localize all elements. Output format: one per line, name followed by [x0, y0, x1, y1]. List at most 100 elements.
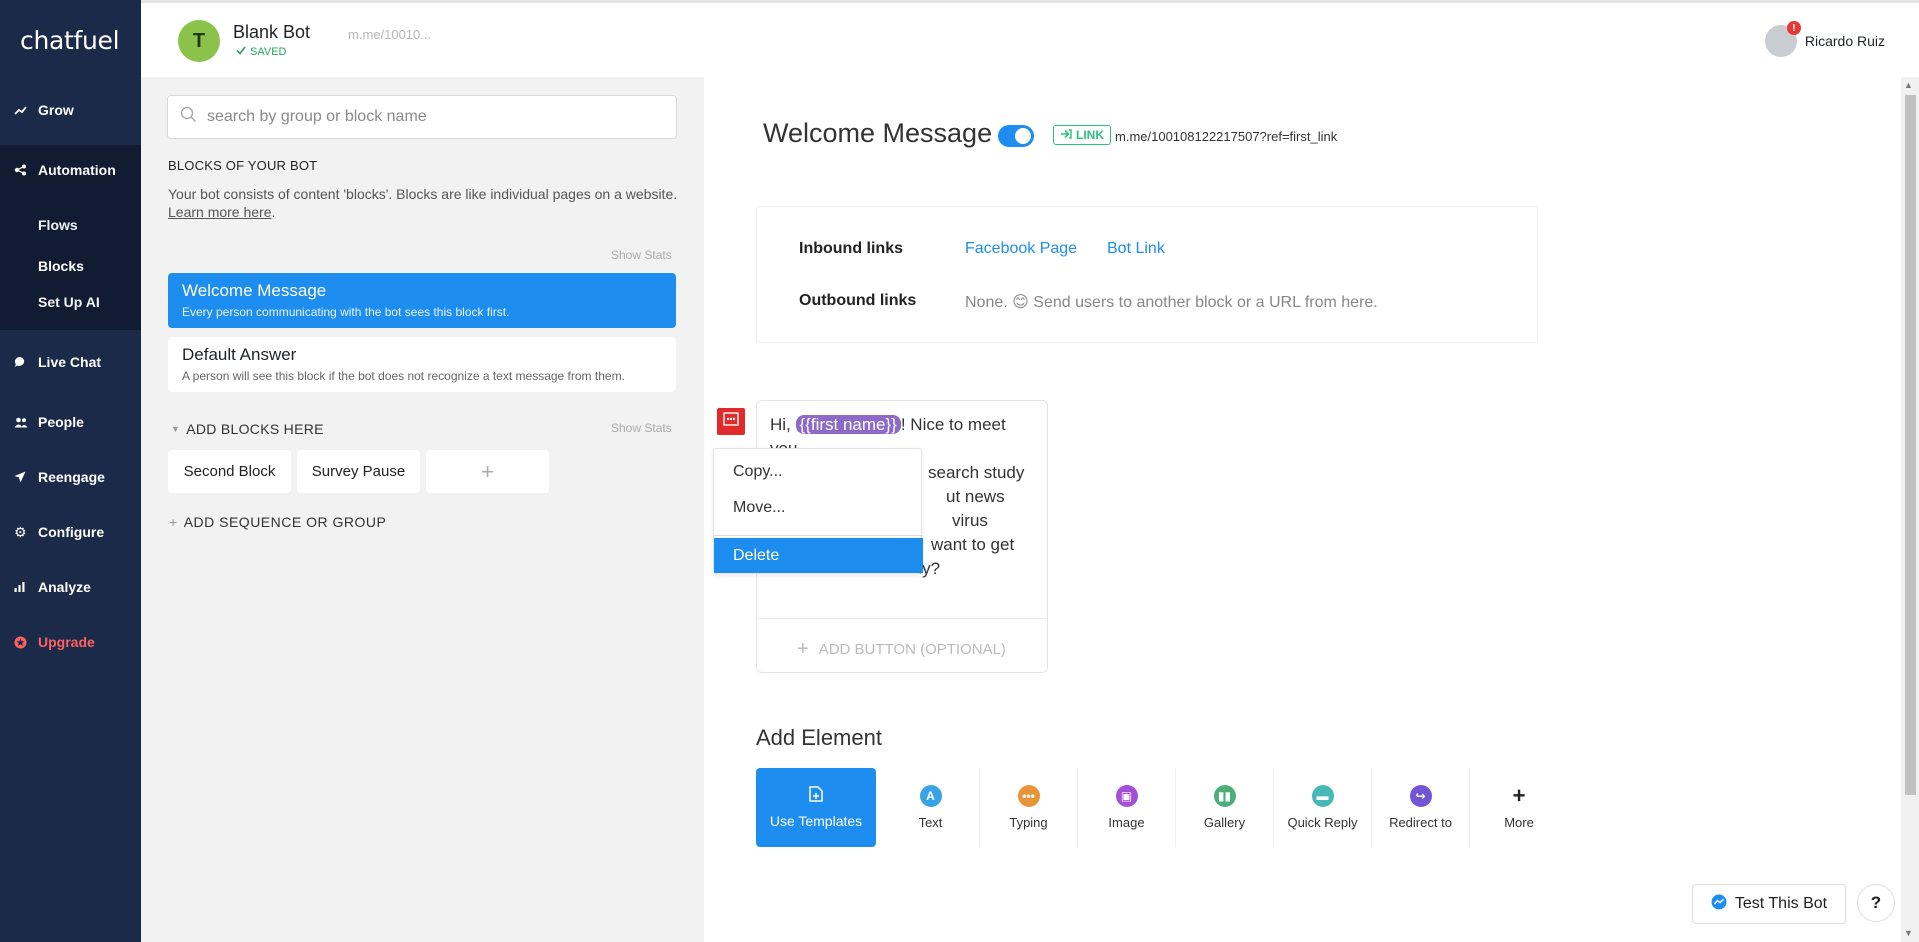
top-header: T Blank Bot SAVED m.me/10010... ! Ricard…	[141, 0, 1919, 77]
user-menu[interactable]: ! Ricardo Ruiz	[1764, 21, 1885, 57]
template-icon	[809, 786, 823, 805]
typing-element-button[interactable]: ••• Typing	[980, 768, 1078, 847]
more-element-button[interactable]: + More	[1470, 768, 1568, 847]
outbound-links-text: None. 😊 Send users to another block or a…	[965, 294, 1378, 311]
element-label: More	[1504, 815, 1534, 830]
blocks-panel: BLOCKS OF YOUR BOT Your bot consists of …	[141, 77, 704, 942]
link-arrow-icon	[1060, 128, 1072, 142]
learn-more-link[interactable]: Learn more here	[168, 204, 272, 220]
sidebar-item-label: Configure	[38, 524, 105, 540]
links-card: Inbound links Facebook Page Bot Link Out…	[756, 206, 1538, 343]
notification-badge: !	[1786, 21, 1801, 35]
menu-item-delete[interactable]: Delete	[714, 538, 923, 573]
bot-url[interactable]: m.me/10010...	[348, 27, 431, 42]
sidebar-item-grow[interactable]: Grow	[0, 88, 141, 132]
group-title[interactable]: ▼ ADD BLOCKS HERE	[171, 421, 324, 437]
sidebar-subitem-flows[interactable]: Flows	[38, 217, 78, 233]
help-button[interactable]: ?	[1857, 884, 1895, 922]
block-enable-toggle[interactable]	[998, 125, 1034, 147]
sidebar-item-analyze[interactable]: Analyze	[0, 565, 141, 609]
group-title-label: ADD BLOCKS HERE	[186, 421, 324, 437]
add-block-button[interactable]: +	[426, 450, 549, 493]
scroll-down-arrow[interactable]: ▼	[1904, 928, 1913, 938]
bot-name[interactable]: Blank Bot	[233, 22, 310, 43]
sidebar-item-upgrade[interactable]: Upgrade	[0, 620, 141, 664]
message-prefix: Hi,	[770, 415, 796, 434]
block-card-default-answer[interactable]: Default Answer A person will see this bl…	[168, 337, 676, 392]
messenger-icon	[1711, 894, 1727, 915]
sidebar: chatfuel Grow Automation Flows Blocks Se…	[0, 0, 141, 942]
link-badge-label: LINK	[1076, 128, 1104, 142]
text-element-button[interactable]: A Text	[882, 768, 980, 847]
sidebar-item-label: Live Chat	[38, 354, 102, 370]
image-element-button[interactable]: ▣ Image	[1078, 768, 1176, 847]
avatar: !	[1764, 21, 1801, 57]
page-title[interactable]: Welcome Message	[763, 118, 992, 149]
sidebar-item-automation[interactable]: Automation	[0, 148, 141, 192]
sidebar-subitem-blocks[interactable]: Blocks	[38, 258, 84, 274]
block-link-url[interactable]: m.me/100108122217507?ref=first_link	[1115, 129, 1337, 144]
menu-divider	[714, 535, 923, 536]
gallery-element-button[interactable]: ▮▮ Gallery	[1176, 768, 1274, 847]
chatfuel-logo[interactable]: chatfuel	[20, 26, 120, 55]
send-icon	[14, 471, 32, 483]
blocks-description: Your bot consists of content 'blocks'. B…	[168, 186, 678, 220]
text-icon: A	[919, 785, 942, 807]
first-name-variable[interactable]: {{first name}}	[795, 415, 901, 434]
scroll-up-arrow[interactable]: ▲	[1904, 80, 1913, 90]
typing-icon: •••	[1017, 785, 1040, 807]
bot-link[interactable]: Bot Link	[1107, 240, 1165, 258]
bot-avatar[interactable]: T	[178, 20, 220, 62]
sidebar-item-configure[interactable]: ⚙ Configure	[0, 510, 141, 554]
section-title: BLOCKS OF YOUR BOT	[168, 158, 318, 173]
link-badge[interactable]: LINK	[1053, 125, 1111, 145]
redirect-element-button[interactable]: ↪ Redirect to	[1372, 768, 1470, 847]
element-label: Quick Reply	[1287, 815, 1358, 830]
use-templates-button[interactable]: Use Templates	[756, 768, 876, 847]
block-chip-second-block[interactable]: Second Block	[168, 450, 291, 493]
description-text: Your bot consists of content 'blocks'. B…	[168, 186, 678, 202]
star-icon	[14, 636, 32, 649]
sidebar-item-label: Upgrade	[38, 634, 95, 650]
redirect-icon: ↪	[1409, 785, 1432, 807]
element-label: Gallery	[1203, 815, 1246, 830]
element-label: Text	[918, 815, 943, 830]
sidebar-item-people[interactable]: People	[0, 400, 141, 444]
message-line-1: ! Nice to meet	[900, 415, 1006, 434]
people-icon	[14, 417, 32, 428]
search-box[interactable]	[167, 95, 677, 139]
gear-icon: ⚙	[14, 523, 27, 540]
message-line-6: want to get	[931, 535, 1015, 554]
quick-reply-icon: ▬	[1311, 785, 1334, 807]
add-button-option[interactable]: + ADD BUTTON (OPTIONAL)	[797, 638, 1006, 661]
check-icon	[236, 46, 246, 58]
more-dots-icon	[723, 412, 739, 431]
add-sequence-button[interactable]: + ADD SEQUENCE OR GROUP	[169, 514, 386, 530]
sidebar-item-live-chat[interactable]: Live Chat	[0, 340, 141, 384]
test-bot-button[interactable]: Test This Bot	[1692, 884, 1846, 924]
search-input[interactable]	[207, 108, 647, 126]
test-bot-label: Test This Bot	[1734, 895, 1828, 912]
plus-icon: +	[797, 638, 809, 660]
element-label: Use Templates	[769, 813, 863, 829]
scrollbar-thumb[interactable]	[1905, 95, 1916, 795]
sidebar-item-reengage[interactable]: Reengage	[0, 455, 141, 499]
block-chip-survey-pause[interactable]: Survey Pause	[297, 450, 420, 493]
facebook-page-link[interactable]: Facebook Page	[965, 240, 1077, 258]
card-options-button[interactable]	[717, 408, 745, 435]
user-name: Ricardo Ruiz	[1804, 33, 1885, 49]
trend-icon	[14, 105, 32, 115]
group-show-stats-link[interactable]: Show Stats	[611, 421, 672, 435]
element-toolbar: Use Templates A Text ••• Typing ▣ Image …	[756, 768, 1568, 847]
menu-item-move[interactable]: Move...	[714, 490, 923, 525]
gallery-icon: ▮▮	[1213, 785, 1236, 807]
sidebar-item-label: Reengage	[38, 469, 105, 485]
show-stats-link[interactable]: Show Stats	[611, 248, 672, 262]
block-title: Welcome Message	[182, 281, 327, 300]
quick-reply-element-button[interactable]: ▬ Quick Reply	[1274, 768, 1372, 847]
block-card-welcome-message[interactable]: Welcome Message Every person communicati…	[168, 273, 676, 328]
menu-item-copy[interactable]: Copy...	[714, 454, 923, 489]
sidebar-subitem-setup-ai[interactable]: Set Up AI	[38, 294, 100, 310]
sidebar-item-label: People	[38, 414, 84, 430]
divider	[757, 618, 1047, 619]
